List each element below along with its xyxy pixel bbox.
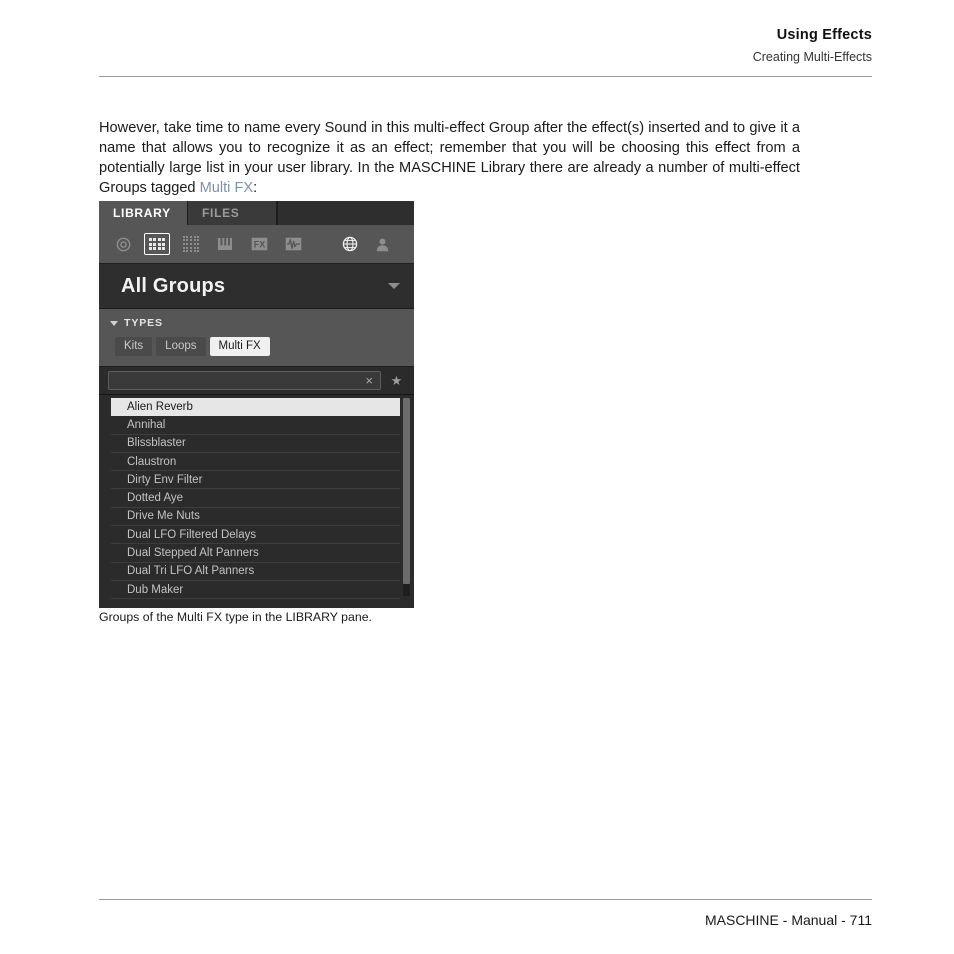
- types-header[interactable]: TYPES: [99, 317, 414, 329]
- list-item[interactable]: Alien Reverb: [111, 398, 400, 417]
- body-paragraph: However, take time to name every Sound i…: [99, 118, 800, 199]
- chevron-down-icon[interactable]: [388, 283, 400, 289]
- page-footer: MASCHINE - Manual - 711: [704, 912, 872, 928]
- results-list: Alien Reverb Annihal Blissblaster Claust…: [99, 395, 414, 600]
- dot-matrix-icon[interactable]: [178, 233, 204, 255]
- globe-icon[interactable]: [337, 233, 363, 255]
- header-divider: [99, 76, 872, 77]
- results-scrollbar-thumb[interactable]: [403, 398, 410, 584]
- groups-grid-icon[interactable]: [144, 233, 170, 255]
- piano-keys-icon[interactable]: [212, 233, 238, 255]
- fx-icon[interactable]: FX: [246, 233, 272, 255]
- paragraph-text-part2: :: [253, 180, 258, 197]
- tag-multi-fx[interactable]: Multi FX: [209, 337, 270, 356]
- figure-caption: Groups of the Multi FX type in the LIBRA…: [99, 610, 372, 624]
- types-label: TYPES: [124, 317, 163, 329]
- triangle-down-icon[interactable]: [110, 320, 118, 326]
- tab-strip-filler: [277, 201, 414, 225]
- browser-tab-strip: LIBRARY FILES: [99, 201, 414, 225]
- star-icon[interactable]: ★: [385, 373, 408, 389]
- tab-library[interactable]: LIBRARY: [99, 201, 188, 225]
- multi-fx-link[interactable]: Multi FX: [200, 180, 254, 196]
- list-item[interactable]: Annihal: [111, 416, 400, 435]
- list-item[interactable]: Drive Me Nuts: [111, 508, 400, 527]
- tag-loops[interactable]: Loops: [156, 337, 206, 356]
- waveform-icon[interactable]: [280, 233, 306, 255]
- tag-kits[interactable]: Kits: [115, 337, 153, 356]
- close-icon[interactable]: ×: [363, 374, 375, 387]
- group-selector-title: All Groups: [121, 274, 226, 297]
- page-subtitle: Creating Multi-Effects: [752, 50, 872, 64]
- footer-divider: [99, 899, 872, 900]
- list-item[interactable]: Claustron: [111, 453, 400, 472]
- results-scrollbar[interactable]: [403, 398, 410, 596]
- page-title: Using Effects: [776, 27, 872, 43]
- search-row: × ★: [99, 367, 414, 395]
- disc-icon[interactable]: [110, 233, 136, 255]
- list-item[interactable]: Blissblaster: [111, 435, 400, 453]
- list-item[interactable]: Dotted Aye: [111, 489, 400, 508]
- types-tag-row: Kits Loops Multi FX: [99, 337, 414, 356]
- manual-page: Using Effects Creating Multi-Effects How…: [0, 0, 954, 954]
- maschine-browser-screenshot: LIBRARY FILES FX All Groups TYPES Kits L…: [99, 201, 414, 608]
- list-item[interactable]: Dub Maker: [111, 581, 400, 600]
- running-header: Using Effects Creating Multi-Effects: [99, 26, 872, 66]
- list-item[interactable]: Dirty Env Filter: [111, 471, 400, 490]
- tab-files[interactable]: FILES: [188, 201, 277, 225]
- user-icon[interactable]: [369, 233, 395, 255]
- list-item[interactable]: Dual LFO Filtered Delays: [111, 526, 400, 545]
- results-rows: Alien Reverb Annihal Blissblaster Claust…: [99, 398, 400, 600]
- list-item[interactable]: Dual Tri LFO Alt Panners: [111, 563, 400, 581]
- types-filter-section: TYPES Kits Loops Multi FX: [99, 309, 414, 367]
- group-selector-header[interactable]: All Groups: [99, 264, 414, 309]
- groups-grid-glyph: [148, 238, 166, 250]
- dot-matrix-glyph: [182, 235, 200, 253]
- svg-text:FX: FX: [253, 239, 265, 249]
- list-item[interactable]: Dual Stepped Alt Panners: [111, 544, 400, 563]
- search-input[interactable]: ×: [108, 371, 381, 390]
- browser-icon-toolbar: FX: [99, 225, 414, 264]
